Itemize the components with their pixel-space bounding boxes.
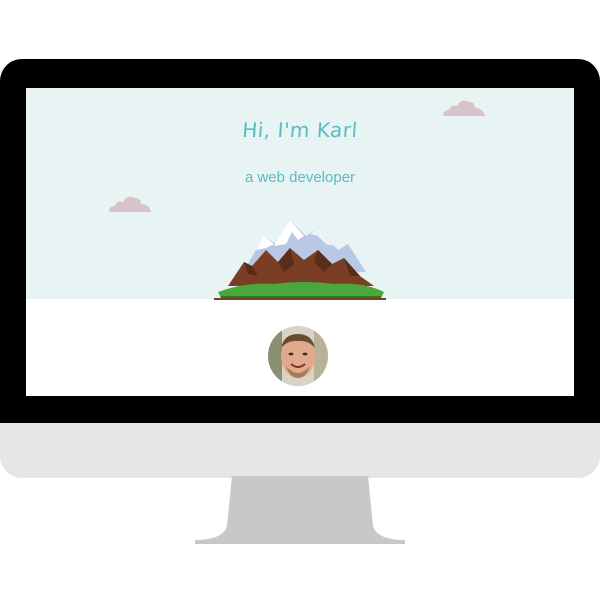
monitor-chin: [0, 423, 600, 478]
hero-subtitle: a web developer: [244, 169, 356, 186]
mountain-illustration: [214, 220, 386, 300]
monitor-screen: Hi, I'm Karl a web developer: [26, 88, 574, 396]
monitor-stand: [195, 476, 405, 544]
cloud-icon: [443, 100, 485, 116]
avatar: [268, 326, 328, 386]
desktop-monitor-mockup: Hi, I'm Karl a web developer: [0, 0, 600, 600]
hero-title: Hi, I'm Karl: [241, 118, 359, 142]
hero-section: Hi, I'm Karl a web developer: [26, 88, 574, 300]
cloud-icon: [109, 196, 151, 212]
profile-photo: [268, 326, 328, 386]
